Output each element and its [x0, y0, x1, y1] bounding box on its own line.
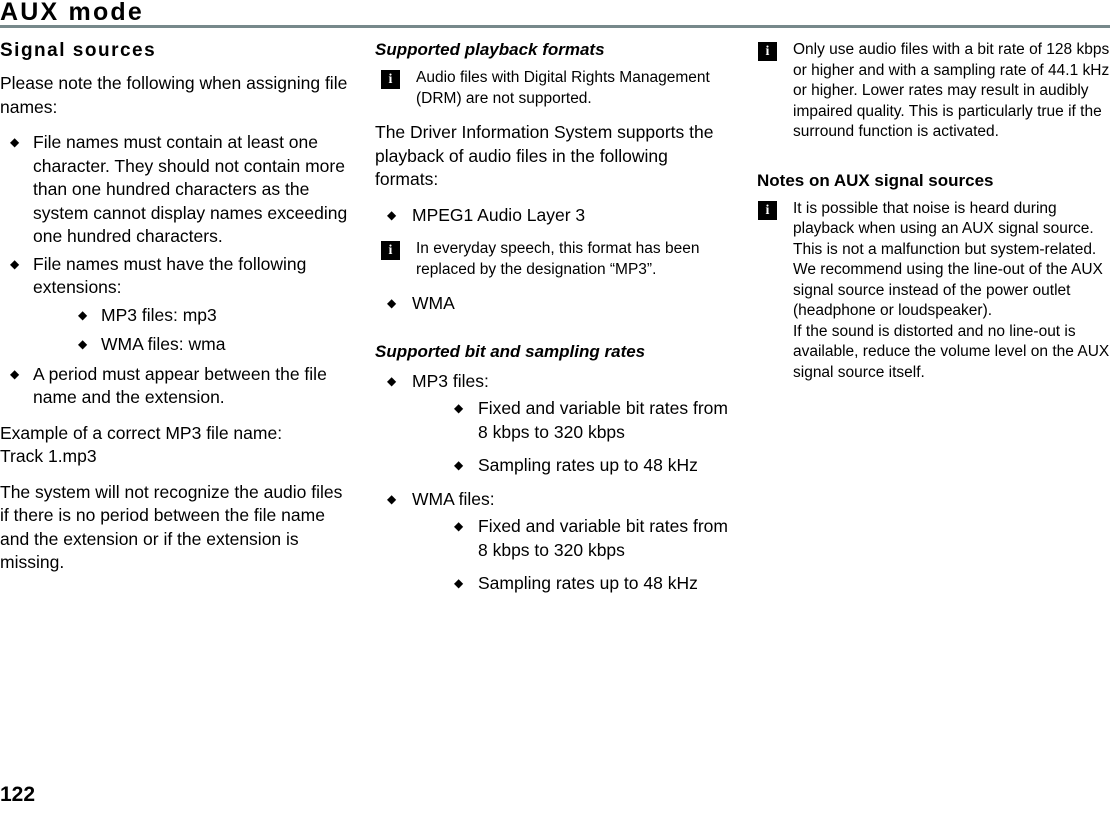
heading-supported-bit-sampling-rates: Supported bit and sampling rates — [375, 341, 646, 361]
wma-rates-list: ◆ Fixed and variable bit rates from 8 kb… — [412, 515, 733, 596]
diamond-bullet-icon: ◆ — [387, 491, 397, 506]
list-item-text: Fixed and variable bit rates from 8 kbps… — [478, 398, 728, 442]
list-item: ◆ A period must appear between the file … — [0, 363, 352, 410]
mp3-rates-list: ◆ Fixed and variable bit rates from 8 kb… — [412, 397, 733, 478]
example-line-1: Example of a correct MP3 file name: — [0, 422, 283, 443]
list-item-text: WMA — [412, 293, 455, 313]
closing-paragraph: The system will not recognize the audio … — [0, 481, 343, 573]
example-paragraph: Example of a correct MP3 file name: Trac… — [0, 422, 352, 469]
note-drm: i Audio files with Digital Rights Manage… — [375, 68, 733, 109]
extension-list: ◆ MP3 files: mp3 ◆ WMA files: wma — [33, 304, 352, 357]
list-item-text: File names must contain at least one cha… — [33, 132, 348, 246]
diamond-bullet-icon: ◆ — [454, 401, 464, 415]
diamond-bullet-icon: ◆ — [78, 337, 88, 351]
list-item: ◆ MP3 files: mp3 — [33, 304, 352, 328]
list-item: ◆ WMA files: ◆ Fixed and variable bit ra… — [375, 488, 733, 596]
list-item-text: MP3 files: mp3 — [101, 304, 217, 325]
diamond-bullet-icon: ◆ — [78, 307, 88, 322]
list-item-text: WMA files: — [412, 488, 495, 509]
list-item-text: A period must appear between the file na… — [33, 363, 327, 408]
list-item: ◆ Sampling rates up to 48 kHz — [412, 572, 733, 596]
list-item: ◆ File names must have the following ext… — [0, 253, 352, 357]
heading-supported-playback-formats: Supported playback formats — [375, 40, 605, 59]
list-item-text: MP3 files: — [412, 370, 489, 391]
list-item-text: File names must have the following exten… — [33, 253, 307, 298]
note-mp3-designation: i In everyday speech, this format has be… — [375, 239, 733, 280]
rates-list: ◆ MP3 files: ◆ Fixed and variable bit ra… — [375, 370, 733, 596]
diamond-bullet-icon: ◆ — [10, 135, 20, 149]
list-item: ◆ Sampling rates up to 48 kHz — [412, 454, 733, 478]
column-signal-sources: Signal sources Please note the following… — [0, 40, 352, 587]
intro-paragraph: Please note the following when assigning… — [0, 73, 348, 117]
diamond-bullet-icon: ◆ — [10, 256, 20, 271]
list-item: ◆ MPEG1 Audio Layer 3 — [375, 204, 733, 228]
info-icon: i — [758, 42, 777, 61]
note-text: Audio files with Digital Rights Manageme… — [416, 69, 710, 107]
list-item-text: Fixed and variable bit rates from 8 kbps… — [478, 516, 728, 560]
info-icon: i — [381, 241, 400, 260]
heading-notes-on-aux-signal-sources: Notes on AUX signal sources — [757, 170, 994, 190]
diamond-bullet-icon: ◆ — [454, 519, 464, 533]
note-text: Only use audio files with a bit rate of … — [793, 41, 1110, 140]
column-playback-formats: Supported playback formats i Audio files… — [375, 40, 733, 608]
diamond-bullet-icon: ◆ — [454, 458, 464, 472]
diamond-bullet-icon: ◆ — [387, 373, 397, 388]
list-item-text: Sampling rates up to 48 kHz — [478, 573, 698, 593]
info-icon: i — [381, 70, 400, 89]
list-item: ◆ MP3 files: ◆ Fixed and variable bit ra… — [375, 370, 733, 478]
list-item: ◆ File names must contain at least one c… — [0, 131, 352, 249]
note-aux-signal-source: i It is possible that noise is heard dur… — [757, 199, 1110, 384]
note-bitrate-recommendation: i Only use audio files with a bit rate o… — [757, 40, 1110, 143]
formats-list-continued: ◆ WMA — [375, 292, 733, 316]
list-item: ◆ WMA files: wma — [33, 333, 352, 357]
diamond-bullet-icon: ◆ — [10, 366, 20, 381]
list-item: ◆ WMA — [375, 292, 733, 316]
page-title: AUX mode — [0, 0, 145, 26]
intro-formats-paragraph: The Driver Information System supports t… — [375, 122, 714, 189]
list-item-text: WMA files: wma — [101, 334, 226, 354]
note-text: It is possible that noise is heard durin… — [793, 199, 1110, 381]
list-item-text: Sampling rates up to 48 kHz — [478, 455, 698, 475]
heading-signal-sources: Signal sources — [0, 40, 157, 61]
diamond-bullet-icon: ◆ — [387, 207, 397, 222]
list-item: ◆ Fixed and variable bit rates from 8 kb… — [412, 397, 733, 444]
column-aux-notes: i Only use audio files with a bit rate o… — [757, 40, 1110, 397]
diamond-bullet-icon: ◆ — [387, 296, 397, 310]
note-text: In everyday speech, this format has been… — [416, 240, 700, 278]
list-item-text: MPEG1 Audio Layer 3 — [412, 204, 586, 225]
diamond-bullet-icon: ◆ — [454, 576, 464, 590]
title-divider — [0, 25, 1110, 28]
example-line-2: Track 1.mp3 — [0, 446, 97, 466]
formats-list: ◆ MPEG1 Audio Layer 3 — [375, 204, 733, 228]
info-icon: i — [758, 200, 777, 220]
list-item: ◆ Fixed and variable bit rates from 8 kb… — [412, 515, 733, 562]
page-number: 122 — [0, 783, 36, 806]
file-name-rules-list: ◆ File names must contain at least one c… — [0, 131, 352, 410]
